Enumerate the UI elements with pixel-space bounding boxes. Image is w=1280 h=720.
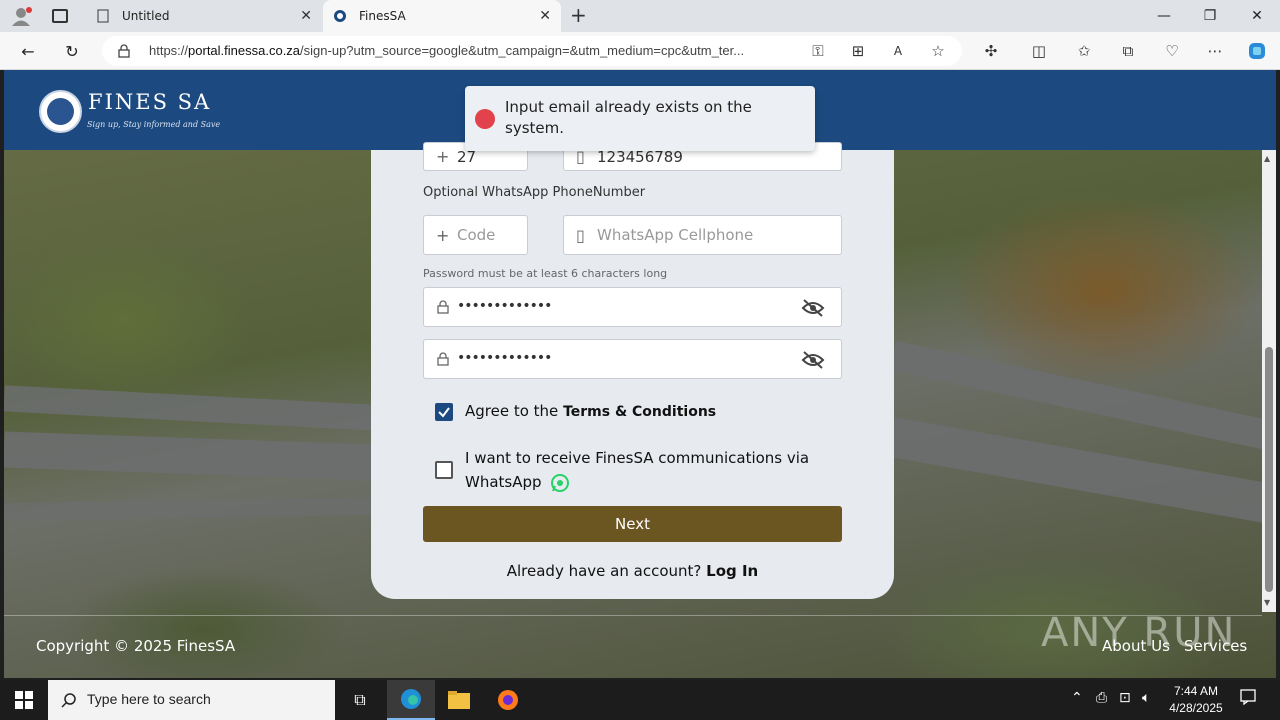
key-icon[interactable]: ⚿ — [808, 41, 828, 61]
window-close-button[interactable]: ✕ — [1234, 0, 1280, 32]
toast-message: Input email already exists on the system… — [505, 98, 752, 137]
background-road — [4, 431, 375, 481]
address-bar: ← ↻ https://portal.finessa.co.za/sign-up… — [0, 32, 1280, 70]
search-icon — [61, 693, 76, 708]
plus-icon: + — [436, 147, 450, 166]
firefox-icon[interactable] — [484, 680, 532, 720]
copilot-icon[interactable] — [1247, 41, 1267, 61]
footer-link-services[interactable]: Services — [1184, 637, 1247, 655]
whatsapp-code-input[interactable]: + Code — [423, 215, 528, 255]
collections-icon[interactable]: ⧉ — [1118, 41, 1138, 61]
windows-start-icon[interactable] — [0, 680, 48, 720]
task-view-icon[interactable]: ⧉ — [336, 680, 384, 720]
next-button[interactable]: Next — [423, 506, 842, 542]
read-aloud-icon[interactable]: A — [888, 41, 908, 61]
file-explorer-icon[interactable] — [435, 680, 483, 720]
logo-tagline: Sign up, Stay informed and Save — [87, 120, 221, 129]
refresh-icon[interactable]: ↻ — [58, 38, 86, 64]
web-page: FINES SA Sign up, Stay informed and Save… — [4, 70, 1276, 678]
scroll-up-icon[interactable]: ▲ — [1264, 154, 1270, 163]
taskbar: Type here to search ⧉ ⌃ ⎙ ⊡ 🔈︎ 7:44 AM 4… — [0, 680, 1280, 720]
split-screen-icon[interactable]: ◫ — [1029, 41, 1049, 61]
terms-link[interactable]: Terms & Conditions — [563, 404, 716, 420]
copyright-text: Copyright © 2025 FinesSA — [36, 637, 236, 655]
footer-link-about[interactable]: About Us — [1102, 637, 1170, 655]
terms-text: Agree to the Terms & Conditions — [465, 402, 717, 420]
edge-taskbar-icon[interactable] — [387, 680, 435, 720]
scroll-down-icon[interactable]: ▼ — [1264, 598, 1270, 607]
favorite-star-icon[interactable]: ☆ — [928, 41, 948, 61]
lock-icon[interactable] — [118, 44, 130, 58]
lock-icon — [437, 300, 449, 314]
terms-checkbox[interactable] — [435, 403, 453, 421]
tab-finessa[interactable]: FinesSA ✕ — [323, 0, 561, 32]
eye-slash-icon[interactable] — [801, 350, 825, 370]
error-icon — [475, 109, 495, 129]
notifications-icon[interactable] — [1240, 689, 1256, 709]
whatsapp-icon — [551, 473, 570, 492]
restore-button[interactable]: ❐ — [1187, 0, 1233, 32]
tab-untitled[interactable]: Untitled ✕ — [86, 0, 322, 32]
finessa-favicon-icon — [334, 10, 346, 22]
url-field[interactable]: https://portal.finessa.co.za/sign-up?utm… — [102, 36, 962, 66]
new-tab-button[interactable]: + — [570, 3, 587, 27]
whatsapp-optin-text: I want to receive FinesSA communications… — [465, 449, 810, 492]
password-input[interactable]: ••••••••••••• — [423, 287, 842, 327]
profile-icon[interactable] — [10, 6, 32, 26]
background-road — [4, 496, 375, 522]
page-icon — [97, 9, 109, 23]
extensions-icon[interactable]: ✣ — [981, 41, 1001, 61]
login-prompt: Already have an account? Log In — [506, 562, 759, 580]
app-available-icon[interactable]: ⊞ — [848, 41, 868, 61]
error-toast: Input email already exists on the system… — [465, 86, 815, 151]
tab-label: FinesSA — [359, 9, 406, 23]
plus-icon: + — [436, 225, 450, 245]
checkmark-icon — [438, 407, 450, 418]
url-text[interactable]: https://portal.finessa.co.za/sign-up?utm… — [149, 43, 799, 58]
close-icon[interactable]: ✕ — [539, 8, 551, 24]
eye-slash-icon[interactable] — [801, 298, 825, 318]
whatsapp-phone-input[interactable]: ▯ WhatsApp Cellphone — [563, 215, 842, 255]
browser-tab-bar: Untitled ✕ FinesSA ✕ + — ❐ ✕ — [0, 0, 1280, 32]
show-hidden-icons-icon[interactable]: ⌃ — [1071, 690, 1083, 706]
tab-label: Untitled — [122, 9, 170, 23]
minimize-button[interactable]: — — [1141, 0, 1187, 32]
whatsapp-label: Optional WhatsApp PhoneNumber — [423, 185, 646, 200]
password-hint: Password must be at least 6 characters l… — [423, 267, 668, 280]
meet-now-icon[interactable]: ⎙ — [1096, 690, 1107, 706]
background-road — [4, 385, 375, 431]
tab-actions-icon[interactable] — [52, 9, 68, 23]
phone-icon: ▯ — [576, 225, 585, 245]
system-clock[interactable]: 7:44 AM 4/28/2025 — [1164, 683, 1228, 717]
login-link[interactable]: Log In — [706, 562, 758, 580]
scroll-thumb[interactable] — [1265, 347, 1273, 592]
page-scrollbar[interactable]: ▲ ▼ — [1262, 150, 1276, 612]
whatsapp-optin-checkbox[interactable] — [435, 461, 453, 479]
close-icon[interactable]: ✕ — [300, 8, 312, 24]
lock-icon — [437, 352, 449, 366]
favorites-icon[interactable]: ✩ — [1074, 41, 1094, 61]
logo-title[interactable]: FINES SA — [88, 90, 211, 114]
more-menu-icon[interactable]: ⋯ — [1205, 41, 1225, 61]
browser-essentials-icon[interactable]: ♡ — [1162, 41, 1182, 61]
signup-card: + 27 ▯ 123456789 Optional WhatsApp Phone… — [371, 142, 894, 599]
finessa-logo-icon[interactable] — [39, 90, 82, 133]
network-icon[interactable]: ⊡ — [1119, 690, 1131, 706]
back-arrow-icon[interactable]: ← — [14, 38, 42, 64]
confirm-password-input[interactable]: ••••••••••••• — [423, 339, 842, 379]
taskbar-search-box[interactable]: Type here to search — [48, 680, 335, 720]
volume-icon[interactable]: 🔈︎ — [1142, 690, 1150, 706]
